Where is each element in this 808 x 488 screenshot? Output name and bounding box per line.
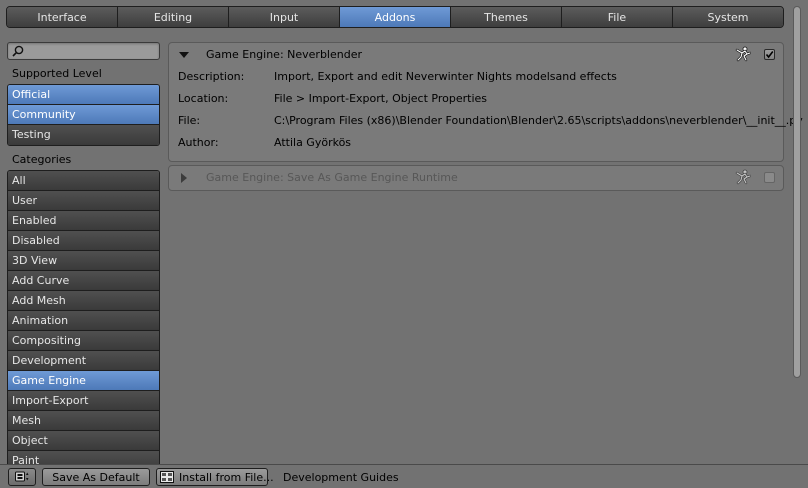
file-browser-icon <box>160 471 174 483</box>
detail-row-file: File: C:\Program Files (x86)\Blender Fou… <box>169 111 803 133</box>
expand-arrow-icon[interactable] <box>179 173 189 183</box>
addon-details: Description: Import, Export and edit Nev… <box>169 67 803 161</box>
install-from-file-button[interactable]: Install from File... <box>156 468 274 486</box>
install-from-file-label: Install from File... <box>179 470 274 484</box>
detail-row-location: Location: File > Import-Export, Object P… <box>169 89 783 111</box>
level-testing-button[interactable]: Testing <box>8 125 159 145</box>
file-value: C:\Program Files (x86)\Blender Foundatio… <box>274 114 803 127</box>
tab-addons[interactable]: Addons <box>340 7 451 27</box>
location-label: Location: <box>178 92 229 105</box>
preferences-editor-icon <box>15 471 29 483</box>
category-add-curve[interactable]: Add Curve <box>8 271 159 291</box>
supported-level-label: Supported Level <box>12 67 102 80</box>
tab-interface[interactable]: Interface <box>7 7 118 27</box>
supported-level-group: Official Community Testing <box>7 84 160 146</box>
category-development[interactable]: Development <box>8 351 159 371</box>
description-label: Description: <box>178 70 245 83</box>
addon-list: Game Engine: Neverblender Description: I… <box>168 42 803 191</box>
category-user[interactable]: User <box>8 191 159 211</box>
category-game-engine[interactable]: Game Engine <box>8 371 159 391</box>
category-add-mesh[interactable]: Add Mesh <box>8 291 159 311</box>
game-engine-icon <box>735 46 752 62</box>
tab-system[interactable]: System <box>673 7 783 27</box>
addon-panel-save-runtime: Game Engine: Save As Game Engine Runtime <box>168 165 784 191</box>
tab-editing[interactable]: Editing <box>118 7 229 27</box>
search-input[interactable] <box>7 42 160 60</box>
detail-row-author: Author: Attila Györkös <box>169 133 783 155</box>
author-label: Author: <box>178 136 219 149</box>
scrollbar-thumb[interactable] <box>793 6 801 378</box>
category-compositing[interactable]: Compositing <box>8 331 159 351</box>
category-object[interactable]: Object <box>8 431 159 451</box>
detail-row-description: Description: Import, Export and edit Nev… <box>169 67 783 89</box>
save-as-default-label: Save As Default <box>52 470 140 484</box>
category-enabled[interactable]: Enabled <box>8 211 159 231</box>
addon-title: Game Engine: Save As Game Engine Runtime <box>206 171 458 184</box>
scrollbar[interactable] <box>792 6 802 460</box>
tab-input[interactable]: Input <box>229 7 340 27</box>
level-official-button[interactable]: Official <box>8 85 159 105</box>
author-value: Attila Györkös <box>274 136 352 149</box>
addon-panel-neverblender: Game Engine: Neverblender Description: I… <box>168 42 803 162</box>
editor-type-button[interactable] <box>8 468 36 486</box>
enable-addon-checkbox[interactable] <box>764 49 775 60</box>
tab-themes[interactable]: Themes <box>451 7 562 27</box>
addon-title: Game Engine: Neverblender <box>206 48 362 61</box>
file-label: File: <box>178 114 201 127</box>
level-community-button[interactable]: Community <box>8 105 159 125</box>
addon-header[interactable]: Game Engine: Save As Game Engine Runtime <box>169 166 783 190</box>
save-as-default-button[interactable]: Save As Default <box>42 468 150 486</box>
search-icon <box>12 45 24 57</box>
categories-label: Categories <box>12 153 72 166</box>
category-import-export[interactable]: Import-Export <box>8 391 159 411</box>
location-value: File > Import-Export, Object Properties <box>274 92 488 105</box>
tab-file[interactable]: File <box>562 7 673 27</box>
category-animation[interactable]: Animation <box>8 311 159 331</box>
collapse-arrow-icon[interactable] <box>179 50 189 60</box>
category-3d-view[interactable]: 3D View <box>8 251 159 271</box>
description-value: Import, Export and edit Neverwinter Nigh… <box>274 70 617 83</box>
addon-header[interactable]: Game Engine: Neverblender <box>169 43 783 67</box>
category-all[interactable]: All <box>8 171 159 191</box>
categories-group: All User Enabled Disabled 3D View Add Cu… <box>7 170 160 466</box>
game-engine-icon <box>735 169 752 185</box>
category-mesh[interactable]: Mesh <box>8 411 159 431</box>
development-guides-link[interactable]: Development Guides <box>283 471 399 484</box>
preferences-tabbar: Interface Editing Input Addons Themes Fi… <box>6 6 784 28</box>
addon-filter-sidebar: Supported Level Official Community Testi… <box>7 42 160 466</box>
enable-addon-checkbox[interactable] <box>764 172 775 183</box>
bottom-toolbar: Save As Default Install from File... Dev… <box>0 464 808 488</box>
category-disabled[interactable]: Disabled <box>8 231 159 251</box>
